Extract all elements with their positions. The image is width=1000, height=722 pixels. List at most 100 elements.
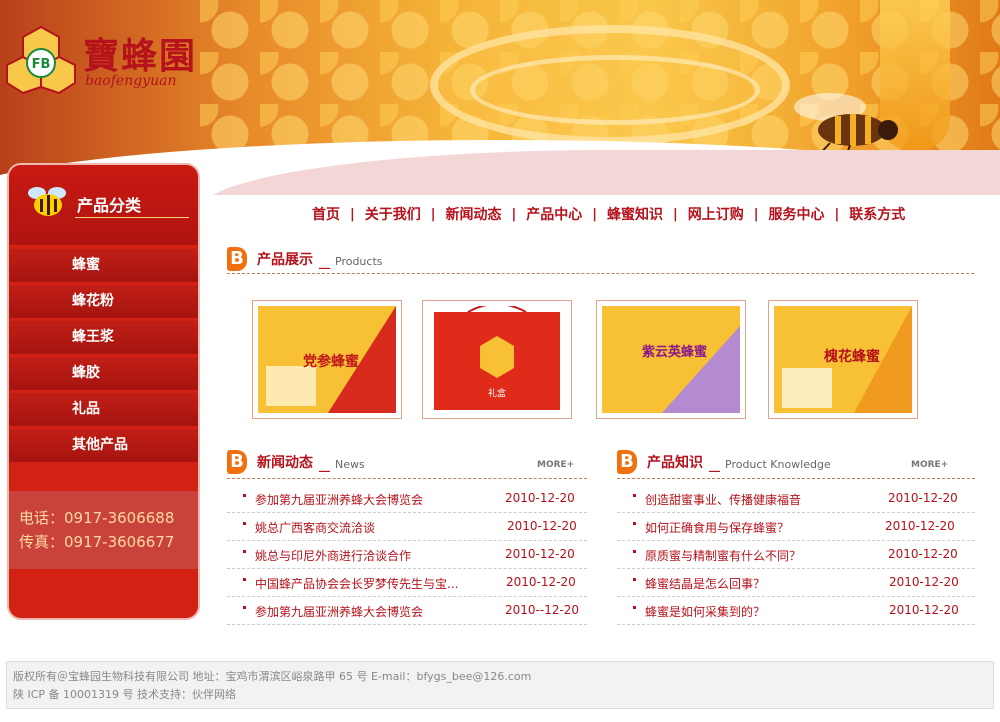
contact-phone: 电话：0917-3606688 — [19, 509, 175, 527]
contact-fax: 传真：0917-3606677 — [19, 533, 175, 551]
news-more-link[interactable]: MORE+ — [537, 460, 574, 470]
honey-jar-rim — [470, 55, 760, 125]
news-title-en: News — [335, 458, 365, 471]
knowledge-row[interactable]: 蜂蜜结晶是怎么回事？ 2010-12-20 — [617, 569, 975, 597]
news-row-date: 2010-12-20 — [507, 519, 577, 533]
product-card[interactable]: 礼盒 — [422, 300, 572, 419]
nav-about[interactable]: 关于我们 — [361, 204, 425, 224]
news-row-date: 2010-12-20 — [506, 575, 576, 589]
category-gifts[interactable]: 礼品 — [9, 393, 198, 426]
news-row-title: 姚总广西客商交流洽谈 — [255, 521, 376, 535]
knowledge-row-date: 2010-12-20 — [889, 603, 959, 617]
logo-hexagon-icon: FB — [6, 25, 76, 95]
news-row-date: 2010--12-20 — [505, 603, 580, 617]
footer-icp: 陕 ICP 备 10001319 号 技术支持：伙伴网络 — [13, 688, 237, 701]
news-title: 新闻动态 — [257, 455, 313, 471]
product-card[interactable]: 党参蜂蜜 — [252, 300, 402, 419]
logo-badge: FB — [32, 57, 51, 72]
logo-name: 寶蜂園 — [83, 35, 198, 77]
news-row[interactable]: 中国蜂产品协会会长罗梦传先生与宝... 2010-12-20 — [227, 569, 587, 597]
knowledge-divider — [617, 478, 975, 479]
news-row[interactable]: 姚总广西客商交流洽谈 2010-12-20 — [227, 513, 587, 541]
knowledge-list: 创造甜蜜事业、传播健康福音 2010-12-20 如何正确食用与保存蜂蜜？ 20… — [617, 485, 975, 625]
nav-products[interactable]: 产品中心 — [522, 204, 586, 224]
product-label: 紫云英蜂蜜 — [642, 344, 707, 360]
nav-separator: | — [511, 206, 517, 222]
products-title: 产品展示 — [257, 252, 313, 268]
nav-separator: | — [673, 206, 678, 222]
section-dash: __ — [319, 255, 330, 269]
news-row[interactable]: 参加第九届亚洲养蜂大会博览会 2010-12-20 — [227, 485, 587, 513]
sidebar-title: 产品分类 — [77, 196, 142, 215]
bullet-icon — [633, 494, 636, 497]
bullet-icon — [633, 578, 636, 581]
section-b-icon: B — [227, 450, 247, 474]
bullet-icon — [243, 550, 246, 553]
knowledge-row[interactable]: 如何正确食用与保存蜂蜜？ 2010-12-20 — [617, 513, 975, 541]
news-row-title: 中国蜂产品协会会长罗梦传先生与宝... — [255, 577, 459, 591]
section-b-icon: B — [227, 247, 247, 271]
product-label: 礼盒 — [488, 387, 506, 399]
knowledge-row-title: 原质蜜与精制蜜有什么不同？ — [645, 549, 802, 563]
news-row[interactable]: 姚总与印尼外商进行洽谈合作 2010-12-20 — [227, 541, 587, 569]
product-card[interactable]: 槐花蜂蜜 — [768, 300, 918, 419]
knowledge-row[interactable]: 蜂蜜是如何采集到的？ 2010-12-20 — [617, 597, 975, 625]
category-pollen[interactable]: 蜂花粉 — [9, 285, 198, 318]
nav-knowledge[interactable]: 蜂蜜知识 — [603, 204, 667, 224]
news-row-title: 参加第九届亚洲养蜂大会博览会 — [255, 605, 424, 619]
news-divider — [227, 478, 587, 479]
knowledge-row-date: 2010-12-20 — [888, 547, 958, 561]
news-section-header: B 新闻动态 __ News — [227, 448, 365, 474]
nav-separator: | — [350, 206, 355, 222]
nav-news[interactable]: 新闻动态 — [442, 204, 506, 224]
nav-home[interactable]: 首页 — [308, 204, 344, 224]
nav-contact[interactable]: 联系方式 — [845, 204, 909, 224]
news-list: 参加第九届亚洲养蜂大会博览会 2010-12-20 姚总广西客商交流洽谈 201… — [227, 485, 587, 625]
product-label: 党参蜂蜜 — [303, 353, 359, 370]
nav-separator: | — [753, 206, 759, 222]
knowledge-row-title: 如何正确食用与保存蜂蜜？ — [645, 521, 790, 535]
bullet-icon — [633, 606, 636, 609]
news-row[interactable]: 参加第九届亚洲养蜂大会博览会 2010--12-20 — [227, 597, 587, 625]
bee-image — [794, 93, 898, 160]
product-label: 槐花蜂蜜 — [823, 348, 880, 365]
main-nav: 首页 | 关于我们 | 新闻动态 | 产品中心 | 蜂蜜知识 | 网上订购 | … — [308, 203, 909, 225]
products-section-header: B 产品展示 __ Products — [227, 245, 383, 271]
nav-service[interactable]: 服务中心 — [765, 204, 829, 224]
bullet-icon — [633, 550, 636, 553]
knowledge-row-date: 2010-12-20 — [888, 491, 958, 505]
knowledge-title: 产品知识 — [647, 455, 703, 471]
section-b-icon: B — [617, 450, 637, 474]
knowledge-row[interactable]: 创造甜蜜事业、传播健康福音 2010-12-20 — [617, 485, 975, 513]
category-honey[interactable]: 蜂蜜 — [9, 249, 198, 282]
sidebar-title-underline — [75, 217, 189, 218]
product-image: 礼盒 — [428, 303, 566, 413]
sidebar-header: 产品分类 — [9, 165, 198, 245]
knowledge-section-header: B 产品知识 __ Product Knowledge — [617, 448, 831, 474]
product-card[interactable]: 紫云英蜂蜜 — [596, 300, 746, 419]
category-propolis[interactable]: 蜂胶 — [9, 357, 198, 390]
knowledge-row-title: 蜂蜜结晶是怎么回事？ — [645, 577, 766, 591]
product-image: 紫云英蜂蜜 — [602, 306, 740, 413]
news-row-title: 参加第九届亚洲养蜂大会博览会 — [255, 493, 424, 507]
category-other[interactable]: 其他产品 — [9, 429, 198, 462]
nav-separator: | — [592, 206, 597, 222]
section-dash: __ — [709, 458, 720, 472]
news-row-date: 2010-12-20 — [505, 491, 575, 505]
site-logo[interactable]: FB 寶蜂園 baofengyuan — [5, 25, 205, 100]
knowledge-row[interactable]: 原质蜜与精制蜜有什么不同？ 2010-12-20 — [617, 541, 975, 569]
nav-order[interactable]: 网上订购 — [684, 204, 748, 224]
knowledge-more-link[interactable]: MORE+ — [911, 460, 948, 470]
product-image: 党参蜂蜜 — [258, 306, 396, 413]
nav-separator: | — [834, 206, 840, 222]
knowledge-title-en: Product Knowledge — [725, 458, 831, 471]
bullet-icon — [243, 522, 246, 525]
bee-mascot-icon — [28, 187, 66, 216]
section-dash: __ — [319, 458, 330, 472]
footer-copyright: 版权所有＠宝蜂园生物科技有限公司 地址：宝鸡市渭滨区峪泉路甲 65 号 E-ma… — [13, 670, 532, 683]
news-row-date: 2010-12-20 — [505, 547, 575, 561]
knowledge-row-title: 创造甜蜜事业、传播健康福音 — [645, 493, 802, 507]
category-royal-jelly[interactable]: 蜂王浆 — [9, 321, 198, 354]
category-list: 蜂蜜 蜂花粉 蜂王浆 蜂胶 礼品 其他产品 — [9, 249, 198, 465]
contact-box: 电话：0917-3606688 传真：0917-3606677 — [9, 491, 198, 569]
